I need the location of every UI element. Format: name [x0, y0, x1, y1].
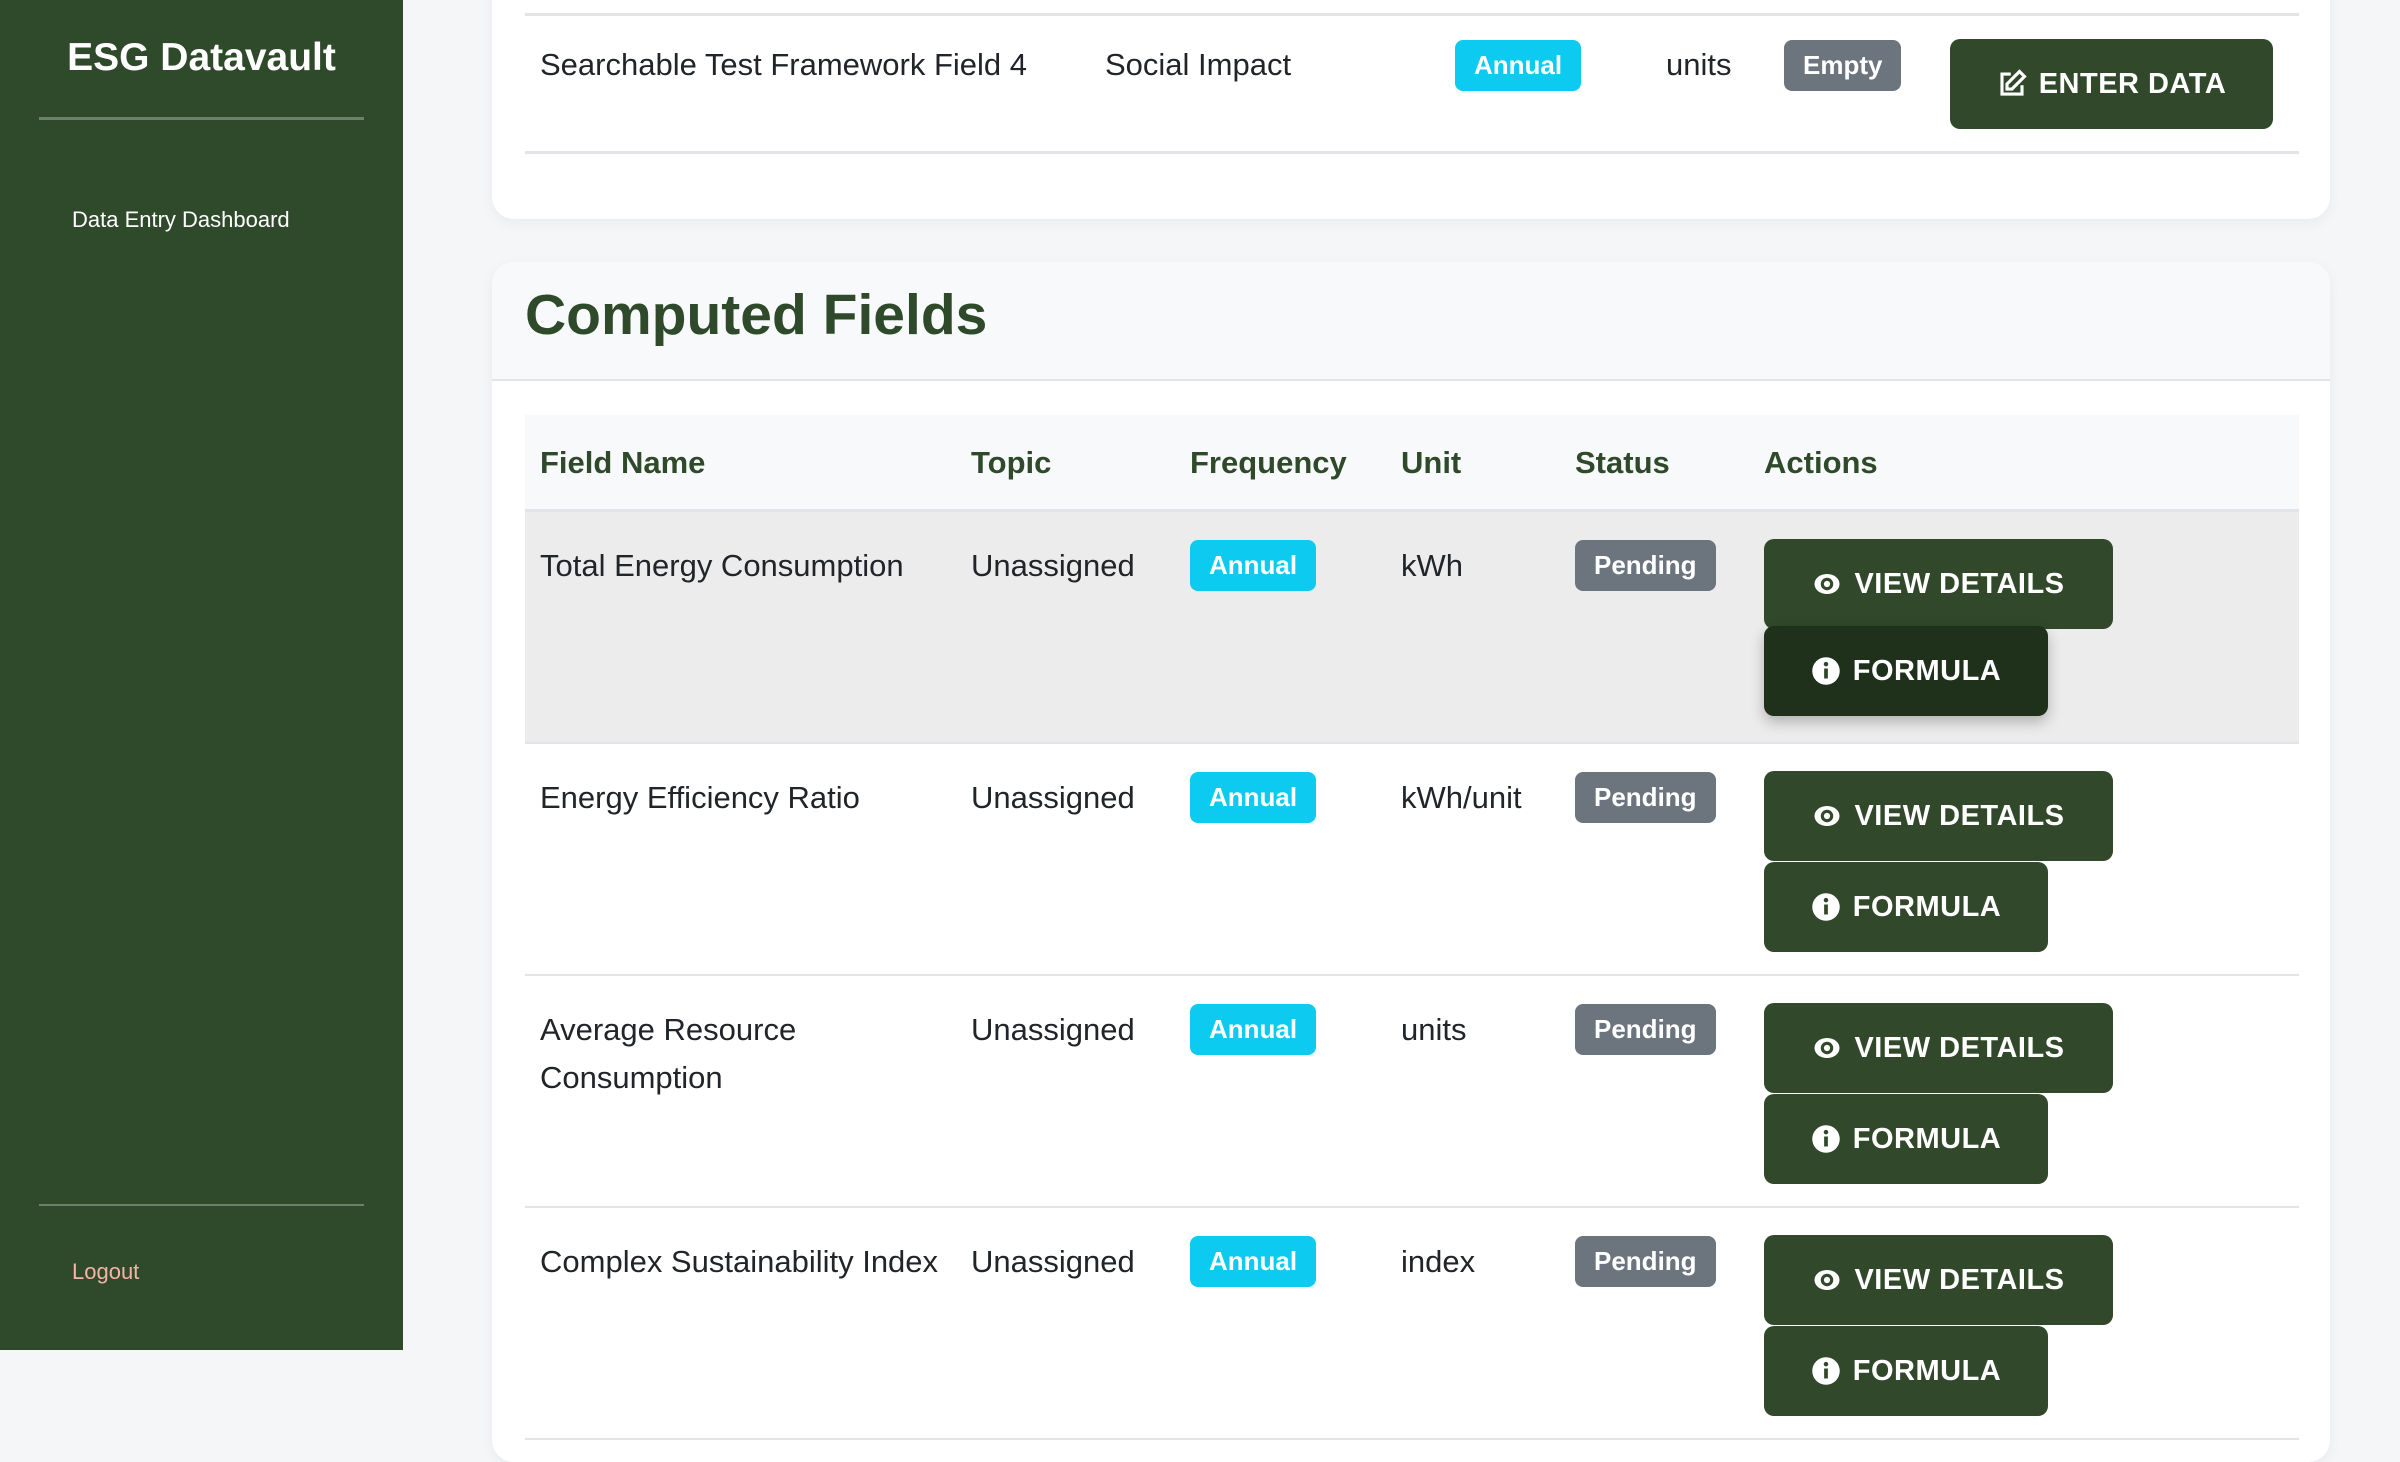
info-icon — [1812, 657, 1840, 685]
status-badge: Pending — [1575, 540, 1716, 591]
raw-fields-card: Searchable Test Framework Field 4 Social… — [492, 0, 2330, 219]
field-name: Energy Efficiency Ratio — [540, 780, 860, 815]
formula-label: FORMULA — [1852, 1122, 2002, 1155]
field-name: Total Energy Consumption — [540, 548, 904, 583]
view-details-label: VIEW DETAILS — [1854, 567, 2065, 600]
sidebar-item-data-entry-dashboard[interactable]: Data Entry Dashboard — [72, 207, 290, 233]
formula-button[interactable]: FORMULA — [1764, 1094, 2048, 1184]
col-status: Status — [1575, 445, 1670, 480]
table-row: Energy Efficiency Ratio Unassigned Annua… — [525, 744, 2299, 976]
unit: index — [1401, 1244, 1476, 1279]
formula-button[interactable]: FORMULA — [1764, 626, 2048, 716]
table-row: Complex Sustainability Index Unassigned … — [525, 1208, 2299, 1440]
info-icon — [1812, 893, 1840, 921]
topic: Unassigned — [971, 1244, 1135, 1279]
topic: Unassigned — [971, 1012, 1135, 1047]
enter-data-label: ENTER DATA — [2038, 67, 2227, 100]
card-header: Computed Fields — [492, 262, 2330, 381]
edit-icon — [2000, 69, 2027, 96]
status-badge: Pending — [1575, 1236, 1716, 1287]
field-name: Searchable Test Framework Field 4 — [540, 47, 1028, 82]
eye-icon — [1814, 806, 1840, 826]
col-actions: Actions — [1764, 445, 1878, 480]
field-name: Complex Sustainability Index — [540, 1244, 939, 1279]
topic: Unassigned — [971, 548, 1135, 583]
brand-title: ESG Datavault — [67, 36, 336, 79]
view-details-button[interactable]: VIEW DETAILS — [1764, 1235, 2113, 1325]
table-row: Average Resource Consumption Unassigned … — [525, 976, 2299, 1208]
status-badge: Pending — [1575, 1004, 1716, 1055]
topic: Social Impact — [1105, 47, 1292, 82]
frequency-badge: Annual — [1190, 540, 1317, 591]
status-badge: Empty — [1784, 40, 1902, 91]
view-details-button[interactable]: VIEW DETAILS — [1764, 539, 2113, 629]
unit: units — [1666, 47, 1732, 82]
info-icon — [1812, 1357, 1840, 1385]
sidebar: ESG Datavault Data Entry Dashboard Logou… — [0, 0, 403, 1350]
unit: kWh/unit — [1401, 780, 1522, 815]
formula-label: FORMULA — [1852, 1354, 2002, 1387]
formula-label: FORMULA — [1852, 654, 2002, 687]
formula-button[interactable]: FORMULA — [1764, 1326, 2048, 1416]
section-title: Computed Fields — [525, 283, 988, 347]
enter-data-button[interactable]: ENTER DATA — [1950, 39, 2273, 129]
frequency-badge: Annual — [1190, 1236, 1317, 1287]
table-row: Total Energy Consumption Unassigned Annu… — [525, 512, 2299, 744]
divider — [39, 117, 364, 120]
col-topic: Topic — [971, 445, 1052, 480]
view-details-button[interactable]: VIEW DETAILS — [1764, 1003, 2113, 1093]
frequency-badge: Annual — [1455, 40, 1582, 91]
info-icon — [1812, 1125, 1840, 1153]
unit: units — [1401, 1012, 1467, 1047]
formula-label: FORMULA — [1852, 890, 2002, 923]
view-details-label: VIEW DETAILS — [1854, 1031, 2065, 1064]
eye-icon — [1814, 574, 1840, 594]
view-details-label: VIEW DETAILS — [1854, 1263, 2065, 1296]
col-frequency: Frequency — [1190, 445, 1347, 480]
computed-fields-card: Computed Fields Field Name Topic Frequen… — [492, 262, 2330, 1462]
table-row: Searchable Test Framework Field 4 Social… — [525, 13, 2299, 154]
eye-icon — [1814, 1038, 1840, 1058]
frequency-badge: Annual — [1190, 1004, 1317, 1055]
divider — [39, 1204, 364, 1206]
view-details-button[interactable]: VIEW DETAILS — [1764, 771, 2113, 861]
col-field-name: Field Name — [540, 445, 706, 480]
unit: kWh — [1401, 548, 1463, 583]
frequency-badge: Annual — [1190, 772, 1317, 823]
view-details-label: VIEW DETAILS — [1854, 799, 2065, 832]
field-name: Average Resource Consumption — [540, 1012, 797, 1095]
topic: Unassigned — [971, 780, 1135, 815]
table-header: Field Name Topic Frequency Unit Status A… — [525, 415, 2299, 512]
eye-icon — [1814, 1270, 1840, 1290]
formula-button[interactable]: FORMULA — [1764, 862, 2048, 952]
status-badge: Pending — [1575, 772, 1716, 823]
col-unit: Unit — [1401, 445, 1462, 480]
logout-link[interactable]: Logout — [72, 1259, 139, 1285]
